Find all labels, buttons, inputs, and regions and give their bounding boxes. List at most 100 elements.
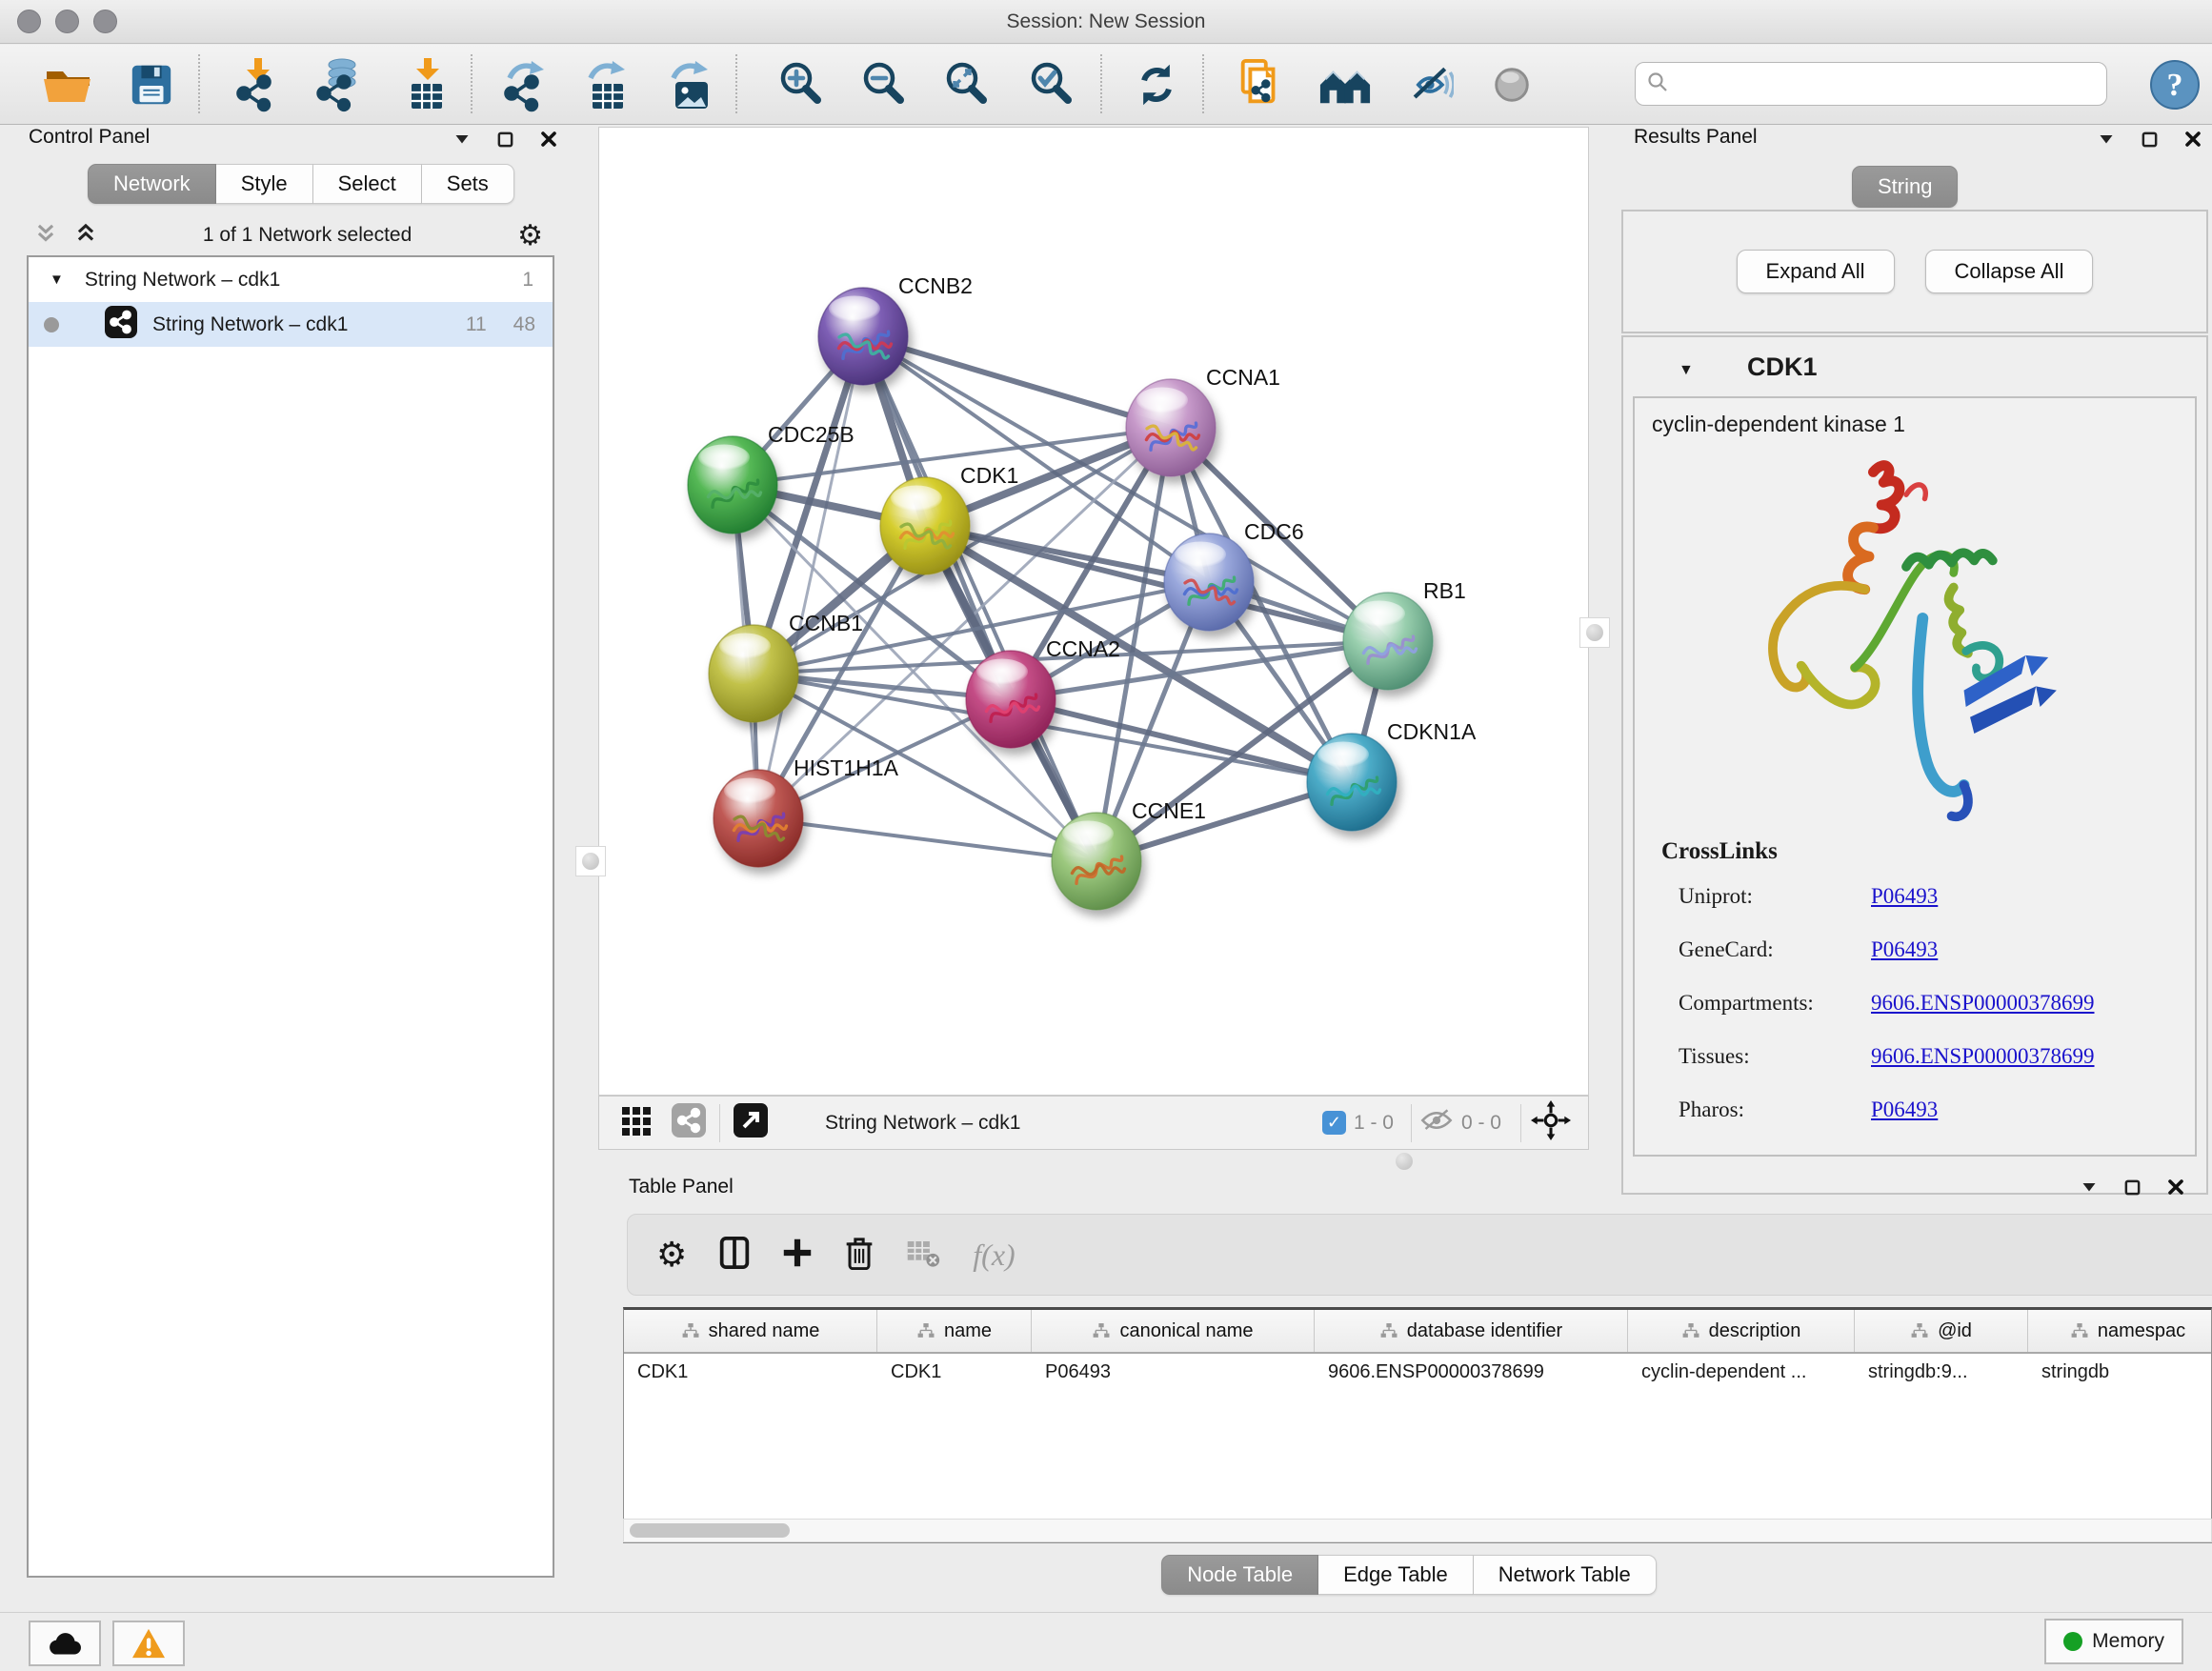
table-cell: stringdb — [2028, 1361, 2212, 1383]
tab-select[interactable]: Select — [313, 164, 422, 204]
hidden-count: 0 - 0 — [1461, 1112, 1501, 1135]
node-label-RB1: RB1 — [1423, 578, 1466, 603]
right-splitter-handle[interactable] — [1579, 617, 1610, 648]
zoom-fit-icon[interactable] — [934, 51, 1000, 118]
node-CDK1[interactable]: CDK1 — [880, 463, 1018, 574]
tab-style[interactable]: Style — [216, 164, 313, 204]
table-cell: P06493 — [1032, 1361, 1315, 1383]
import-database-icon[interactable] — [306, 51, 372, 118]
node-CDKN1A[interactable]: CDKN1A — [1307, 719, 1477, 831]
tab-string[interactable]: String — [1852, 166, 1958, 208]
node-table[interactable]: shared namenamecanonical namedatabase id… — [623, 1307, 2212, 1543]
search-box[interactable] — [1635, 62, 2107, 106]
collection-count: 1 — [522, 269, 533, 292]
birds-eye-view-icon[interactable] — [734, 1103, 768, 1142]
import-table-icon[interactable] — [393, 51, 460, 118]
memory-button[interactable]: Memory — [2044, 1619, 2183, 1664]
network-row[interactable]: String Network – cdk1 11 48 — [29, 302, 553, 347]
expand-all-networks-icon[interactable] — [74, 222, 97, 250]
tab-sets[interactable]: Sets — [422, 164, 514, 204]
table-settings-gear-icon[interactable]: ⚙ — [656, 1235, 687, 1275]
network-tree: ▼ String Network – cdk1 1 String Network… — [27, 255, 554, 1578]
left-splitter-handle[interactable] — [575, 846, 606, 876]
control-panel-collapse-icon[interactable] — [452, 130, 472, 149]
results-panel-float-icon[interactable] — [2141, 131, 2159, 149]
center-view-crosshair-icon[interactable] — [1531, 1100, 1571, 1145]
hidden-items-eye-icon[interactable] — [1419, 1106, 1454, 1139]
table-panel-float-icon[interactable] — [2123, 1178, 2142, 1197]
column-header-canonical-name[interactable]: canonical name — [1032, 1310, 1315, 1352]
crosslink-link[interactable]: P06493 — [1871, 1097, 1938, 1122]
crosslink-link[interactable]: P06493 — [1871, 884, 1938, 909]
network-from-selection-icon[interactable] — [1227, 51, 1294, 118]
edge-CCNB2-CCNE1 — [863, 336, 1096, 861]
title-bar: Session: New Session — [0, 0, 2212, 44]
cloud-status-icon[interactable] — [29, 1621, 101, 1666]
delete-column-icon[interactable] — [845, 1236, 874, 1275]
selected-items-checkbox[interactable]: ✓ — [1322, 1111, 1346, 1135]
network-graph: CCNB2 CCNA1 CDC25B CDK1 CDC6 RB1 CCNB1 C… — [599, 128, 1588, 1095]
tab-network[interactable]: Network — [88, 164, 216, 204]
gene-expand-icon[interactable]: ▼ — [1679, 362, 1694, 379]
zoom-in-icon[interactable] — [768, 51, 835, 118]
network-selection-status: 1 of 1 Network selected — [97, 224, 517, 247]
export-table-icon[interactable] — [574, 51, 641, 118]
network-options-gear-icon[interactable]: ⚙ — [517, 219, 543, 252]
crosslink-label: GeneCard: — [1679, 937, 1871, 962]
zoom-out-icon[interactable] — [851, 51, 917, 118]
show-columns-icon[interactable] — [719, 1236, 750, 1275]
node-label-CCNE1: CCNE1 — [1132, 798, 1206, 823]
tab-edge-table[interactable]: Edge Table — [1318, 1555, 1474, 1595]
crosslink-link[interactable]: 9606.ENSP00000378699 — [1871, 991, 2095, 1016]
export-image-icon[interactable] — [657, 51, 724, 118]
table-horizontal-scrollbar[interactable] — [623, 1519, 2212, 1542]
table-row[interactable]: CDK1CDK1P064939606.ENSP00000378699cyclin… — [624, 1354, 2211, 1390]
import-network-icon[interactable] — [226, 51, 292, 118]
help-icon[interactable]: ? — [2142, 51, 2208, 118]
crosslink-link[interactable]: P06493 — [1871, 937, 1938, 962]
results-panel-close-icon[interactable] — [2183, 130, 2202, 149]
show-all-icon[interactable] — [1478, 51, 1545, 118]
column-header-name[interactable]: name — [877, 1310, 1032, 1352]
column-header-namespac[interactable]: namespac — [2028, 1310, 2212, 1352]
control-panel-close-icon[interactable] — [539, 130, 558, 149]
results-panel-collapse-icon[interactable] — [2097, 130, 2116, 149]
table-panel-collapse-icon[interactable] — [2080, 1178, 2099, 1197]
node-HIST1H1A[interactable]: HIST1H1A — [714, 755, 899, 867]
node-label-CDC25B: CDC25B — [768, 422, 855, 447]
table-panel-close-icon[interactable] — [2166, 1178, 2185, 1197]
expand-all-button[interactable]: Expand All — [1737, 250, 1895, 293]
control-panel-float-icon[interactable] — [496, 131, 514, 149]
export-network-icon[interactable] — [493, 51, 560, 118]
network-collection-row[interactable]: ▼ String Network – cdk1 1 — [29, 257, 553, 302]
edge-HIST1H1A-CCNE1 — [758, 818, 1096, 861]
column-header-database-identifier[interactable]: database identifier — [1315, 1310, 1628, 1352]
zoom-selected-icon[interactable] — [1018, 51, 1085, 118]
open-session-icon[interactable] — [34, 51, 101, 118]
node-CCNA1[interactable]: CCNA1 — [1126, 365, 1280, 476]
apply-layout-icon[interactable] — [1123, 51, 1190, 118]
hide-selected-icon[interactable] — [1396, 51, 1462, 118]
share-view-icon[interactable] — [672, 1103, 706, 1142]
crosslink-link[interactable]: 9606.ENSP00000378699 — [1871, 1044, 2095, 1069]
first-neighbors-icon[interactable] — [1312, 51, 1378, 118]
tab-network-table[interactable]: Network Table — [1474, 1555, 1657, 1595]
column-header-shared-name[interactable]: shared name — [624, 1310, 877, 1352]
node-CCNB2[interactable]: CCNB2 — [818, 273, 973, 385]
network-canvas[interactable]: CCNB2 CCNA1 CDC25B CDK1 CDC6 RB1 CCNB1 C… — [598, 127, 1589, 1096]
control-panel: Control Panel NetworkStyleSelectSets 1 o… — [10, 124, 564, 1584]
grid-view-icon[interactable] — [620, 1105, 651, 1140]
node-RB1[interactable]: RB1 — [1343, 578, 1466, 690]
collapse-all-button[interactable]: Collapse All — [1925, 250, 2094, 293]
node-CCNB1[interactable]: CCNB1 — [709, 611, 863, 722]
add-column-icon[interactable] — [782, 1238, 813, 1273]
column-header-@id[interactable]: @id — [1855, 1310, 2028, 1352]
collection-expand-icon[interactable]: ▼ — [50, 272, 64, 288]
save-session-icon[interactable] — [118, 51, 185, 118]
crosslinks-title: CrossLinks — [1661, 838, 1778, 865]
tab-node-table[interactable]: Node Table — [1161, 1555, 1318, 1595]
warnings-icon[interactable] — [112, 1621, 185, 1666]
collapse-all-networks-icon[interactable] — [34, 222, 57, 250]
search-input[interactable] — [1678, 73, 2095, 95]
column-header-description[interactable]: description — [1628, 1310, 1855, 1352]
